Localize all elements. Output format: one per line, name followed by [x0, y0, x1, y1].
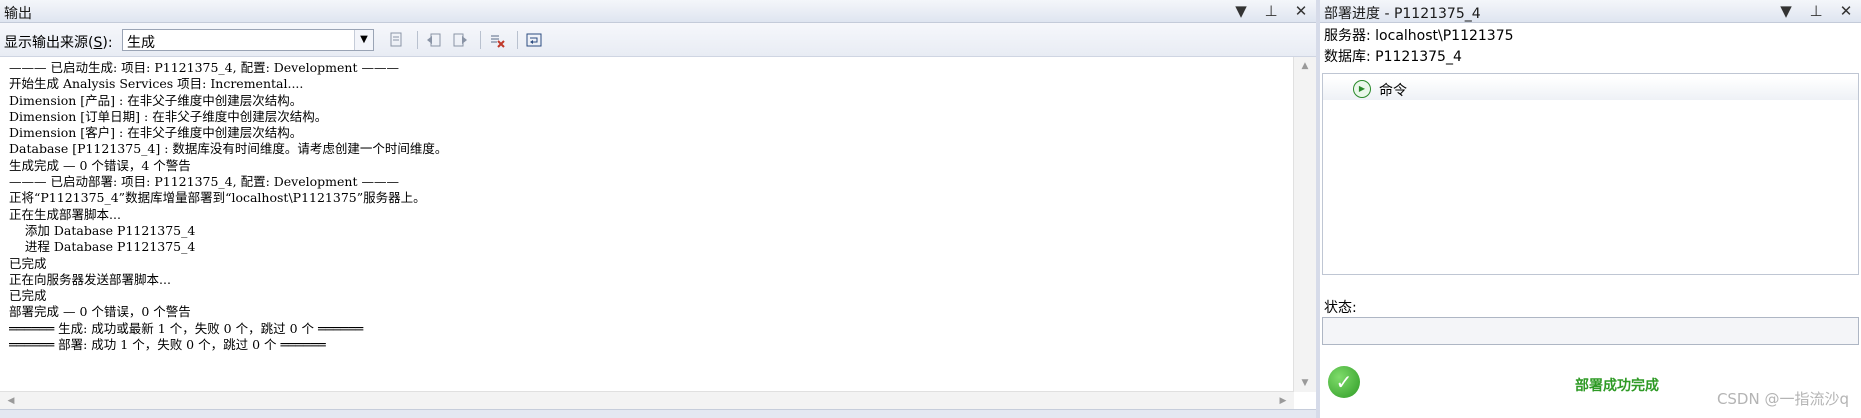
tree-item-command[interactable]: ▶ 命令	[1323, 78, 1858, 100]
watermark: CSDN @一指流沙q	[1716, 390, 1849, 408]
log-line: 添加 Database P1121375_4	[9, 222, 196, 238]
output-panel: 输出 ▼ ⊥ ✕ 显示输出来源(S): 生成 ▼ ——— 已启动生成: 项目: …	[0, 0, 1316, 418]
database-line: 数据库: P1121375_4	[1324, 49, 1462, 65]
checkmark-icon: ✓	[1328, 366, 1360, 398]
output-panel-title: 输出	[4, 6, 32, 22]
toggle-word-wrap-icon[interactable]	[523, 30, 545, 50]
log-line: 正将“P1121375_4”数据库增量部署到“localhost\P112137…	[9, 190, 426, 206]
log-line: Database [P1121375_4] : 数据库没有时间维度。请考虑创建一…	[9, 141, 448, 157]
output-bottom-tab-strip	[0, 409, 1316, 418]
toolbar-divider	[417, 31, 418, 49]
output-toolbar: 显示输出来源(S): 生成 ▼	[0, 23, 1316, 57]
output-source-value: 生成	[127, 35, 155, 51]
panel-menu-dropdown-icon[interactable]: ▼	[1232, 2, 1250, 20]
scroll-left-icon[interactable]: ◀	[0, 392, 22, 410]
output-vertical-scrollbar[interactable]: ▲ ▼	[1293, 57, 1316, 392]
log-line: ══════ 生成: 成功或最新 1 个，失败 0 个，跳过 0 个 ═════…	[9, 320, 364, 336]
output-log: ——— 已启动生成: 项目: P1121375_4, 配置: Developme…	[9, 60, 1290, 390]
go-previous-icon[interactable]	[423, 30, 445, 50]
tree-item-label: 命令	[1379, 83, 1407, 99]
scroll-up-icon[interactable]: ▲	[1294, 57, 1316, 75]
status-label: 状态:	[1324, 300, 1357, 316]
chevron-down-icon[interactable]: ▼	[354, 30, 373, 50]
deploy-success-text: 部署成功完成	[1575, 378, 1659, 394]
output-source-label: 显示输出来源(S):	[4, 35, 113, 51]
find-message-icon[interactable]	[386, 30, 408, 50]
close-icon[interactable]: ✕	[1292, 2, 1310, 20]
close-icon[interactable]: ✕	[1837, 2, 1855, 20]
log-line: 部署完成 — 0 个错误，0 个警告	[9, 304, 191, 320]
log-line: 开始生成 Analysis Services 项目: Incremental..…	[9, 76, 304, 92]
log-line: 正在生成部署脚本...	[9, 206, 121, 222]
deploy-progress-panel: 部署进度 - P1121375_4 ▼ ⊥ ✕ 服务器: localhost\P…	[1320, 0, 1861, 418]
output-horizontal-scrollbar[interactable]: ◀ ▶	[0, 391, 1294, 410]
log-line: 已完成	[9, 255, 47, 271]
output-title-bar: 输出 ▼ ⊥ ✕	[0, 0, 1316, 23]
play-icon: ▶	[1353, 80, 1371, 98]
log-line: ——— 已启动生成: 项目: P1121375_4, 配置: Developme…	[9, 60, 399, 75]
panel-menu-dropdown-icon[interactable]: ▼	[1777, 2, 1795, 20]
log-line: Dimension [订单日期] : 在非父子维度中创建层次结构。	[9, 108, 328, 124]
deploy-tree: ▶ 命令	[1322, 73, 1859, 275]
deploy-info: 服务器: localhost\P1121375 数据库: P1121375_4	[1324, 26, 1514, 68]
log-line: ══════ 部署: 成功 1 个，失败 0 个，跳过 0 个 ══════	[9, 337, 326, 353]
output-source-select[interactable]: 生成 ▼	[122, 29, 374, 51]
toolbar-divider	[480, 31, 481, 49]
scroll-down-icon[interactable]: ▼	[1294, 374, 1316, 392]
deploy-title-bar: 部署进度 - P1121375_4 ▼ ⊥ ✕	[1320, 0, 1861, 23]
deploy-panel-title: 部署进度 - P1121375_4	[1324, 6, 1481, 22]
go-next-icon[interactable]	[449, 30, 471, 50]
log-line: ——— 已启动部署: 项目: P1121375_4, 配置: Developme…	[9, 174, 399, 190]
log-line: 正在向服务器发送部署脚本...	[9, 271, 171, 287]
scroll-right-icon[interactable]: ▶	[1272, 392, 1294, 410]
toolbar-divider	[517, 31, 518, 49]
server-line: 服务器: localhost\P1121375	[1324, 28, 1514, 44]
log-line: Dimension [产品] : 在非父子维度中创建层次结构。	[9, 92, 303, 108]
log-line: 进程 Database P1121375_4	[9, 239, 196, 255]
pin-icon[interactable]: ⊥	[1262, 2, 1280, 20]
log-line: 已完成	[9, 288, 47, 304]
log-line: 生成完成 — 0 个错误，4 个警告	[9, 157, 191, 173]
clear-all-icon[interactable]	[486, 30, 508, 50]
status-box	[1322, 317, 1859, 345]
log-line: Dimension [客户] : 在非父子维度中创建层次结构。	[9, 125, 303, 141]
pin-icon[interactable]: ⊥	[1807, 2, 1825, 20]
